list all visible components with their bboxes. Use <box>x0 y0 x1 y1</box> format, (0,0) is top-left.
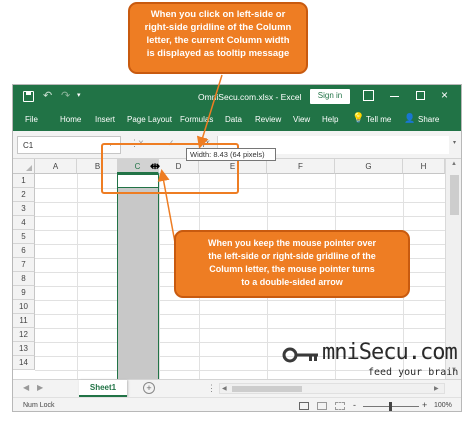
callout-right-line: When you keep the mouse pointer over <box>207 238 377 248</box>
omnisecu-logo: mniSecu.com feed your brain <box>282 340 462 384</box>
callout-top-line: is displayed as tooltip message <box>146 48 290 59</box>
logo-tagline: feed your brain <box>368 367 459 378</box>
tooltip-text: Width: 8.43 (64 pixels) <box>190 150 265 159</box>
key-icon <box>282 347 318 363</box>
callout-top-line: right-side gridline of the Column <box>144 22 292 33</box>
callout-top: When you click on left-side or right-sid… <box>128 2 308 74</box>
callout-top-line: letter, the current Column width <box>146 35 290 46</box>
callout-right-line: to a double-sided arrow <box>241 277 343 287</box>
callout-right-line: the left-side or right-side gridline of … <box>208 251 376 261</box>
callout-right: When you keep the mouse pointer over the… <box>174 230 410 298</box>
callout-right-line: Column letter, the mouse pointer turns <box>209 264 375 274</box>
resize-cursor-icon: ⇹ <box>150 159 161 173</box>
tooltip-arrow <box>196 74 223 149</box>
logo-brand: mniSecu.com <box>322 340 458 365</box>
callout-top-line: When you click on left-side or <box>150 9 286 20</box>
column-width-tooltip: Width: 8.43 (64 pixels) <box>186 148 276 161</box>
